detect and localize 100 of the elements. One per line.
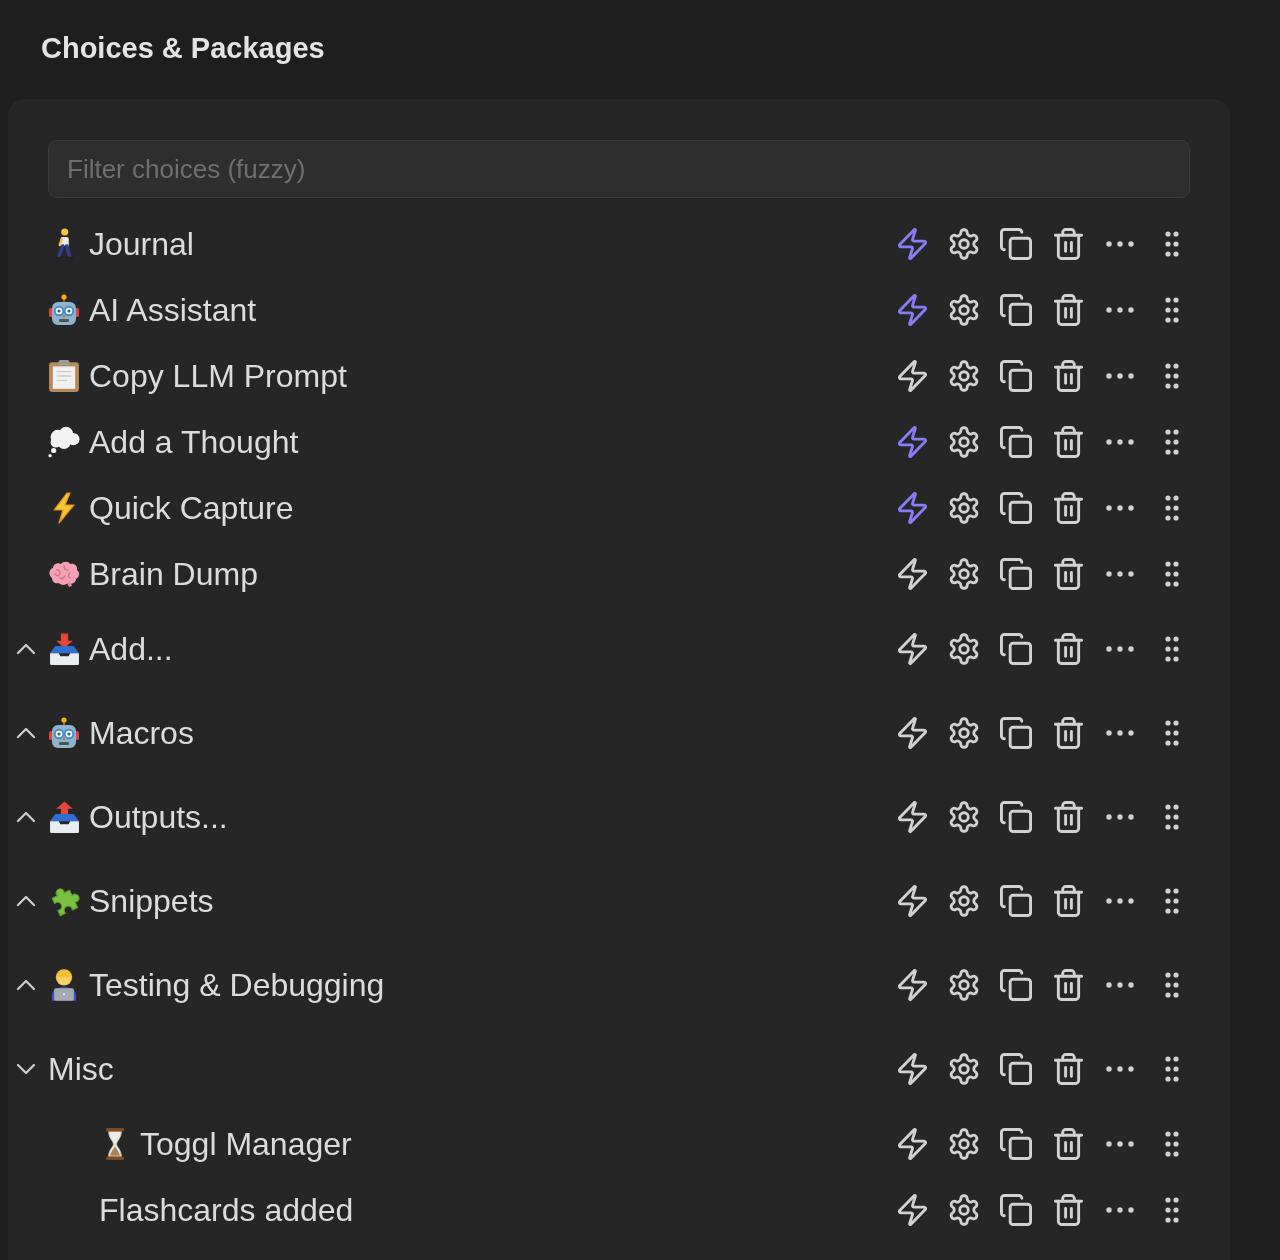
trash-icon <box>1053 1128 1083 1160</box>
more-icon <box>1106 730 1134 736</box>
robot-icon <box>48 294 80 326</box>
more-icon <box>1106 373 1134 379</box>
copy-icon <box>1000 294 1032 326</box>
group-name: Snippets <box>89 882 214 921</box>
settings-icon <box>949 228 979 260</box>
grip-icon <box>1165 972 1179 998</box>
group-name: Outputs... <box>89 798 228 837</box>
walking-person-icon <box>54 228 74 260</box>
copy-icon <box>1000 558 1032 590</box>
settings-icon <box>949 426 979 458</box>
choice-name: AI Assistant <box>89 291 257 330</box>
trash-icon <box>1053 801 1083 833</box>
settings-icon <box>949 294 979 326</box>
trash-icon <box>1053 1194 1083 1226</box>
choice-name: Add a Thought <box>89 423 299 462</box>
copy-icon <box>1000 228 1032 260</box>
group-name: Macros <box>89 714 194 753</box>
settings-icon <box>949 717 979 749</box>
settings-icon <box>949 969 979 1001</box>
copy-icon <box>1000 492 1032 524</box>
grip-icon <box>1165 495 1179 521</box>
thought-bubble-icon <box>48 426 80 458</box>
person-with-laptop-icon <box>52 969 76 1001</box>
copy-icon <box>1000 633 1032 665</box>
settings-icon <box>949 885 979 917</box>
copy-icon <box>1000 969 1032 1001</box>
trash-icon <box>1053 633 1083 665</box>
copy-icon <box>1000 1194 1032 1226</box>
chevron-up-icon[interactable] <box>16 727 36 739</box>
grip-icon <box>1165 888 1179 914</box>
chevron-up-icon[interactable] <box>16 643 36 655</box>
chevron-up-icon[interactable] <box>16 979 36 991</box>
trash-icon <box>1053 294 1083 326</box>
more-icon <box>1106 1066 1134 1072</box>
copy-icon <box>1000 426 1032 458</box>
trash-icon <box>1053 558 1083 590</box>
robot-icon <box>48 717 80 749</box>
grip-icon <box>1165 231 1179 257</box>
hourglass-icon <box>106 1128 124 1160</box>
more-icon <box>1106 1207 1134 1213</box>
settings-icon <box>949 1128 979 1160</box>
high-voltage-icon <box>53 492 75 524</box>
choice-name: Journal <box>89 225 194 264</box>
grip-icon <box>1165 1131 1179 1157</box>
inbox-tray-icon <box>49 633 79 665</box>
settings-icon <box>949 1053 979 1085</box>
copy-icon <box>1000 360 1032 392</box>
grip-icon <box>1165 720 1179 746</box>
more-icon <box>1106 898 1134 904</box>
chevron-down-icon[interactable] <box>16 1063 36 1075</box>
choice-name: Flashcards added <box>99 1191 354 1230</box>
trash-icon <box>1053 969 1083 1001</box>
copy-icon <box>1000 885 1032 917</box>
filter-field[interactable]: Filter choices (fuzzy) <box>48 140 1190 198</box>
trash-icon <box>1053 426 1083 458</box>
choice-name: Copy LLM Prompt <box>89 357 347 396</box>
more-icon <box>1106 571 1134 577</box>
choice-name: Brain Dump <box>89 555 258 594</box>
trash-icon <box>1053 885 1083 917</box>
group-name: Add... <box>89 630 173 669</box>
section-title: Choices & Packages <box>41 31 325 66</box>
settings-icon <box>949 633 979 665</box>
chevron-up-icon[interactable] <box>16 895 36 907</box>
copy-icon <box>1000 1128 1032 1160</box>
settings-icon <box>949 360 979 392</box>
more-icon <box>1106 505 1134 511</box>
brain-icon <box>48 560 80 588</box>
outbox-tray-icon <box>49 801 79 833</box>
settings-icon <box>949 1194 979 1226</box>
grip-icon <box>1165 1197 1179 1223</box>
more-icon <box>1106 1141 1134 1147</box>
more-icon <box>1106 982 1134 988</box>
chevron-up-icon[interactable] <box>16 811 36 823</box>
grip-icon <box>1165 804 1179 830</box>
grip-icon <box>1165 363 1179 389</box>
trash-icon <box>1053 360 1083 392</box>
more-icon <box>1106 439 1134 445</box>
more-icon <box>1106 814 1134 820</box>
more-icon <box>1106 241 1134 247</box>
settings-icon <box>949 558 979 590</box>
grip-icon <box>1165 429 1179 455</box>
group-name: Misc <box>48 1050 114 1089</box>
choice-name: Toggl Manager <box>140 1125 352 1164</box>
settings-icon <box>949 492 979 524</box>
trash-icon <box>1053 717 1083 749</box>
grip-icon <box>1165 1056 1179 1082</box>
choice-name: Quick Capture <box>89 489 294 528</box>
settings-icon <box>949 801 979 833</box>
trash-icon <box>1053 492 1083 524</box>
copy-icon <box>1000 1053 1032 1085</box>
more-icon <box>1106 646 1134 652</box>
grip-icon <box>1165 636 1179 662</box>
trash-icon <box>1053 1053 1083 1085</box>
trash-icon <box>1053 228 1083 260</box>
clipboard-icon <box>49 360 79 392</box>
grip-icon <box>1165 297 1179 323</box>
grip-icon <box>1165 561 1179 587</box>
copy-icon <box>1000 801 1032 833</box>
